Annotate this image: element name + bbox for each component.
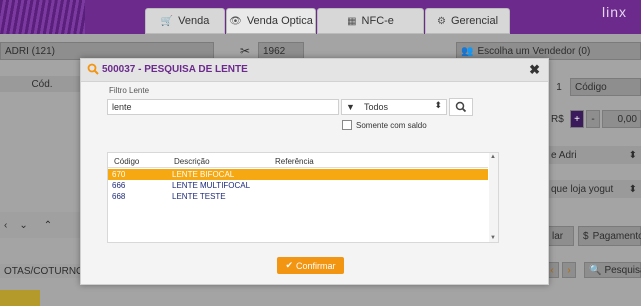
chevron-down-icon[interactable]: ⌄ (19, 220, 27, 231)
plus-button[interactable]: + (570, 110, 584, 128)
row-description: LENTE BIFOCAL (172, 170, 235, 179)
check-icon: ✔ (285, 260, 294, 270)
tab-venda-optica[interactable]: 👁 Venda Optica (226, 8, 316, 34)
row-description: LENTE TESTE (172, 192, 226, 201)
dialog-header: 500037 - PESQUISA DE LENTE ✖ (81, 59, 548, 82)
filter-label: Filtro Lente (109, 86, 150, 95)
column-header-code[interactable]: Código (114, 157, 139, 166)
eye-icon: 👁 (229, 15, 242, 27)
filter-type-value: Todos (364, 102, 389, 112)
scroll-down-icon[interactable]: ▼ (490, 235, 496, 241)
brand-stripe (0, 0, 85, 34)
confirm-button[interactable]: ✔ Confirmar (277, 257, 344, 274)
code-column-header: Cód. (0, 76, 80, 92)
qty-value: 1 (556, 81, 562, 93)
linx-logo: linx (601, 4, 627, 20)
search-button-bg[interactable]: 🔍Pesquisa (584, 262, 641, 278)
dollar-icon: $ (583, 230, 589, 242)
filter-input[interactable]: lente (107, 99, 339, 115)
adri-select[interactable]: e Adri ⬍ (547, 146, 641, 164)
dialog-title: 500037 - PESQUISA DE LENTE (102, 64, 248, 75)
next-page-button[interactable]: › (562, 262, 576, 278)
column-header-reference[interactable]: Referência (275, 157, 314, 166)
store-select[interactable]: que loja yogut ⬍ (547, 180, 641, 198)
table-row[interactable]: 670 LENTE BIFOCAL (108, 169, 488, 180)
payment-button[interactable]: $ Pagamento (578, 226, 641, 246)
gears-icon: ⚙ (436, 15, 446, 27)
currency-label: R$ (551, 113, 564, 125)
search-icon (455, 101, 467, 113)
price-field[interactable]: 0,00 (602, 110, 641, 128)
select-arrow-icon: ⬍ (434, 100, 442, 110)
row-description: LENTE MULTIFOCAL (172, 181, 251, 190)
results-table: Código Descrição Referência 670 LENTE BI… (107, 152, 499, 243)
select-arrow-icon: ⬍ (628, 183, 637, 195)
notes-tab[interactable]: OTAS/COTURNO (0, 264, 84, 278)
row-code: 670 (112, 170, 126, 179)
search-button[interactable] (449, 98, 473, 116)
tab-venda[interactable]: 🛒 Venda (145, 8, 225, 34)
cart-icon: 🛒 (160, 15, 174, 27)
tab-gerencial[interactable]: ⚙ Gerencial (425, 8, 510, 34)
select-arrow-icon: ⬍ (628, 149, 637, 161)
filter-type-select[interactable]: ▼ Todos ⬍ (341, 99, 447, 115)
product-thumbnail (0, 290, 40, 306)
minus-button[interactable]: - (586, 110, 600, 128)
search-icon: 🔍 (589, 264, 602, 276)
table-row[interactable]: 666 LENTE MULTIFOCAL (108, 180, 488, 191)
lens-search-dialog: 500037 - PESQUISA DE LENTE ✖ Filtro Lent… (80, 58, 549, 285)
only-balance-label: Somente com saldo (356, 121, 427, 130)
table-row[interactable]: 668 LENTE TESTE (108, 191, 488, 202)
row-code: 668 (112, 192, 126, 201)
chevron-up-icon[interactable]: ⌃ (44, 220, 52, 231)
header-divider (108, 167, 488, 168)
top-bar: 🛒 Venda 👁 Venda Optica ▦ NFC-e ⚙ Gerencial l… (0, 0, 641, 34)
tab-nfce[interactable]: ▦ NFC-e (317, 8, 424, 34)
filter-icon: ▼ (346, 102, 355, 112)
search-icon (87, 63, 99, 75)
scroll-up-icon[interactable]: ▲ (490, 154, 496, 160)
column-header-description[interactable]: Descrição (174, 157, 210, 166)
chevron-left-icon[interactable]: ‹ (4, 220, 7, 231)
cancel-button[interactable]: lar (547, 226, 574, 246)
table-scrollbar[interactable]: ▲ ▼ (489, 153, 498, 242)
users-icon: 👥 (461, 45, 474, 57)
code-input[interactable]: Código (570, 78, 641, 96)
grid-icon: ▦ (347, 15, 357, 27)
row-code: 666 (112, 181, 126, 190)
only-balance-checkbox[interactable] (342, 120, 352, 130)
arrow-buttons: ‹ ⌄ ⌃ (0, 212, 80, 238)
close-icon[interactable]: ✖ (529, 62, 540, 78)
